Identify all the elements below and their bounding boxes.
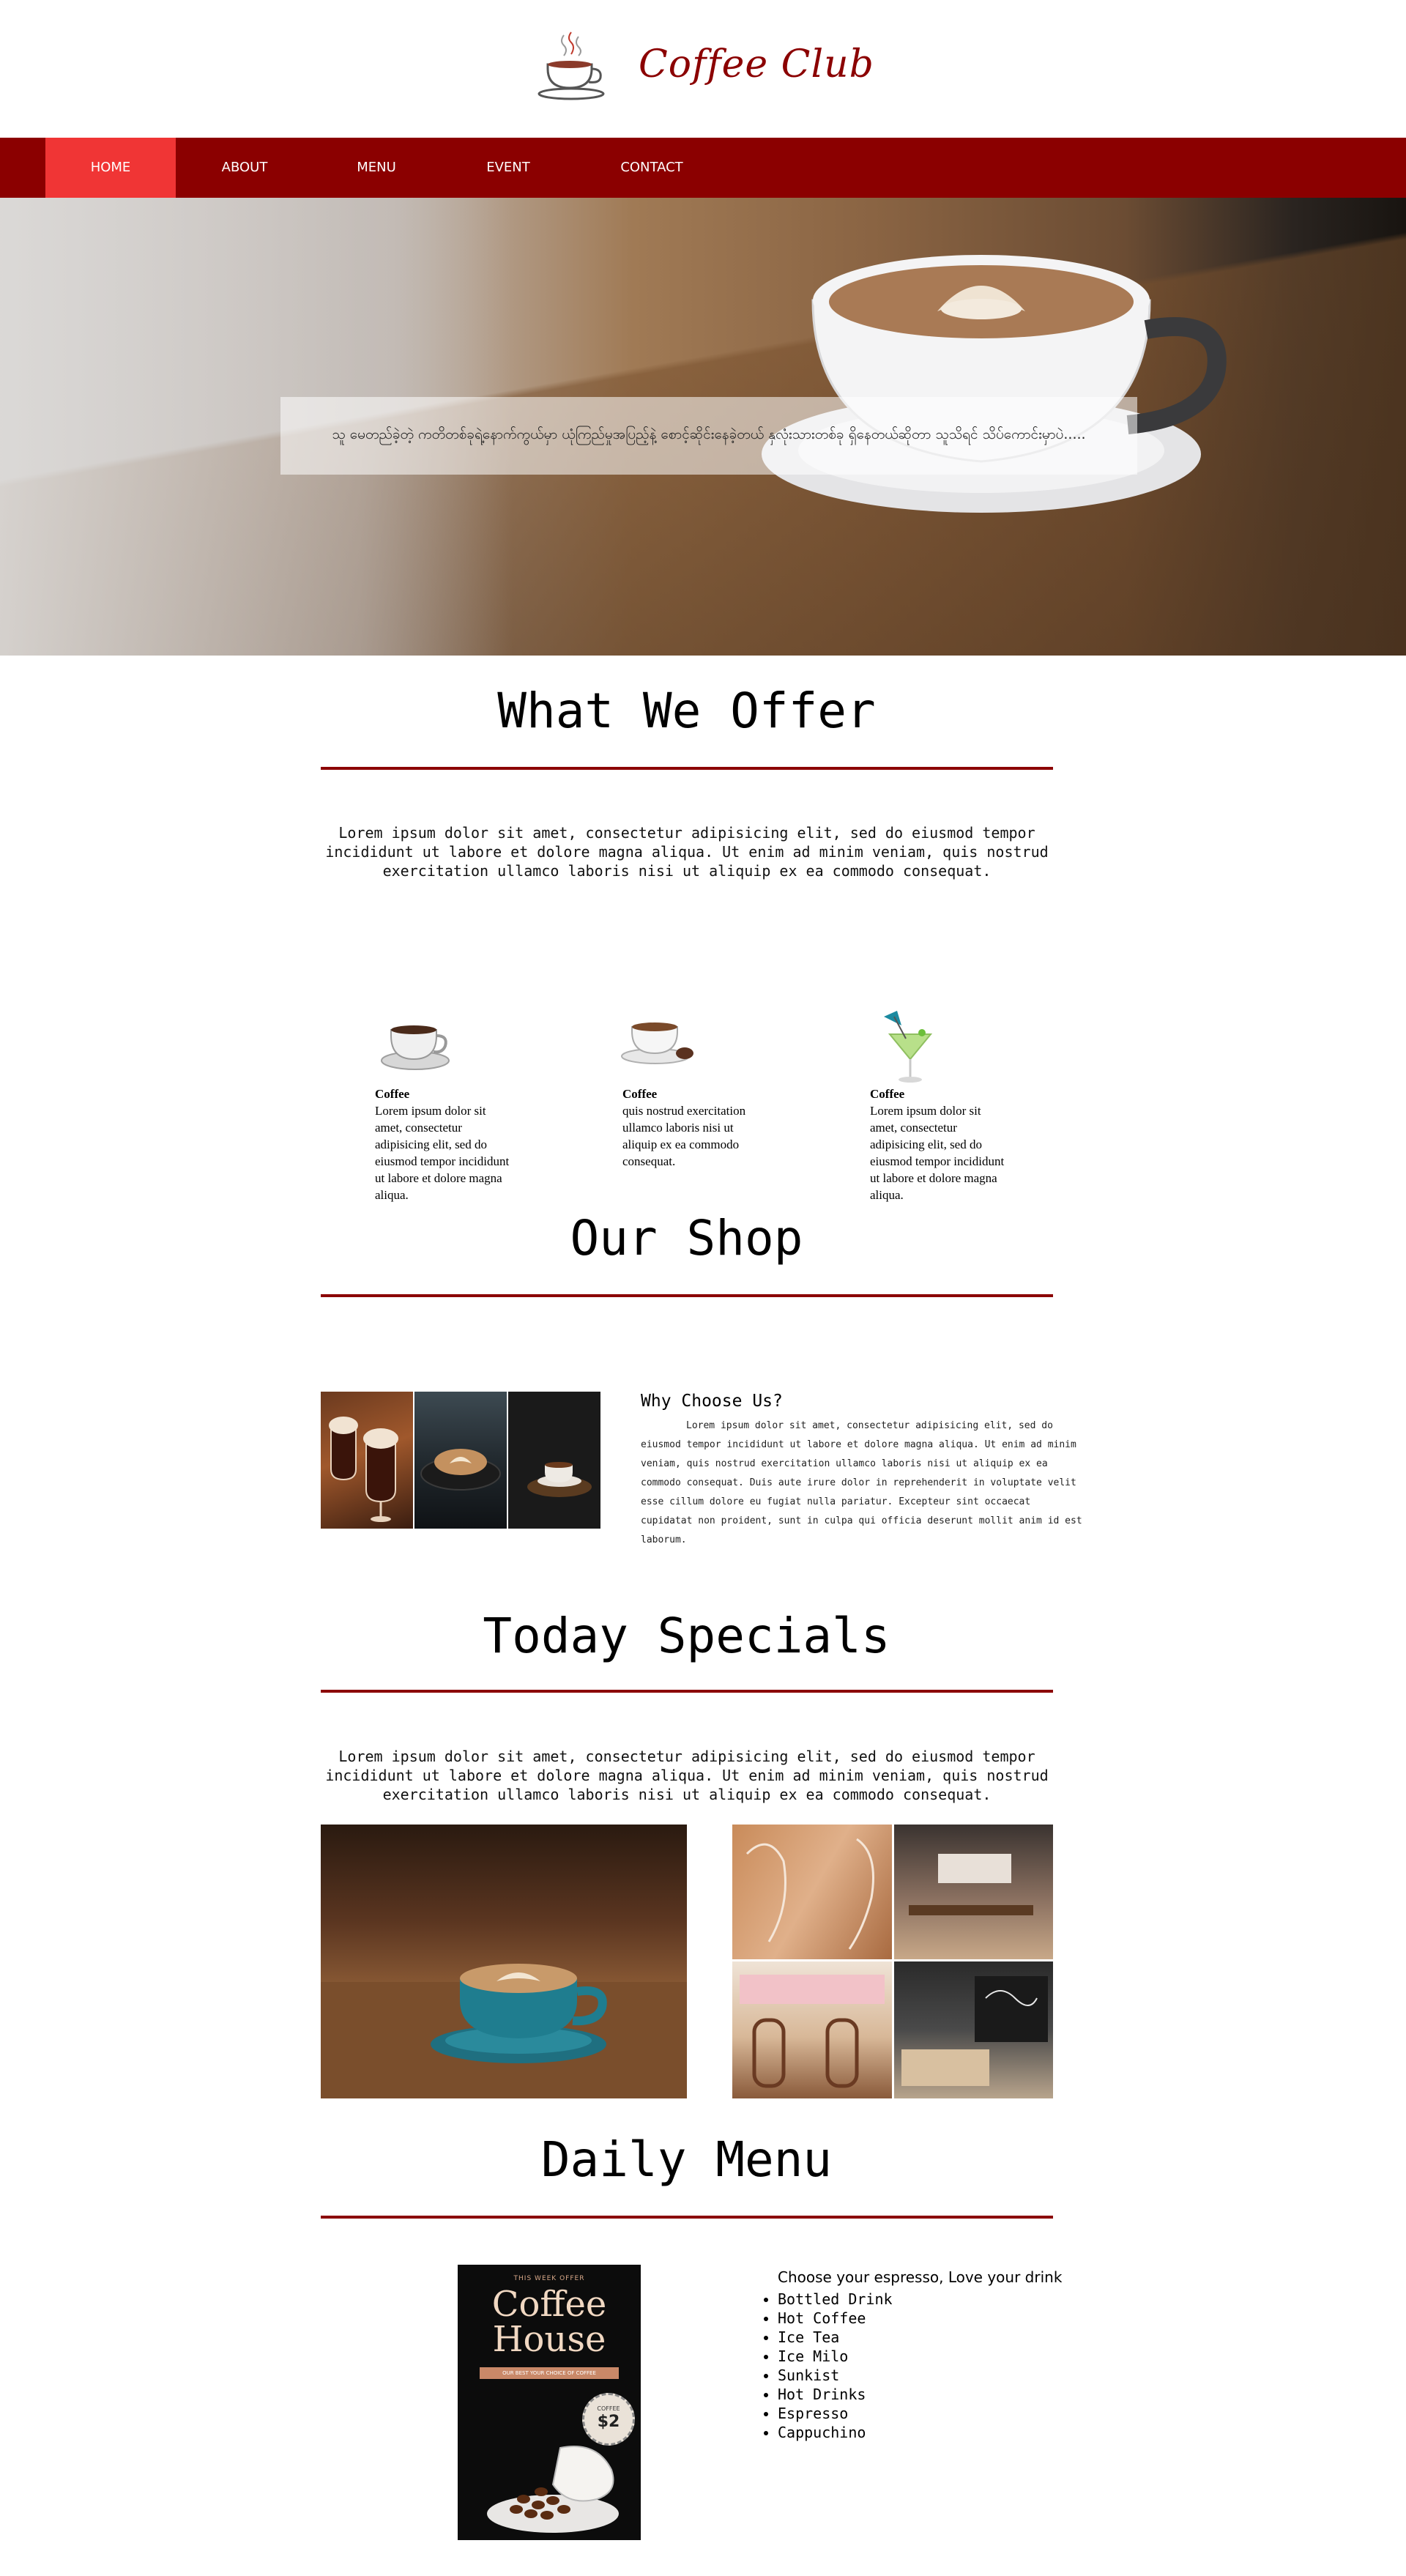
offer-intro-text: Lorem ipsum dolor sit amet, consectetur …	[325, 824, 1049, 880]
menu-item: Ice Milo	[778, 2347, 893, 2366]
menu-poster-coffee-house: THIS WEEK OFFER Coffee House OUR BEST YO…	[458, 2265, 641, 2540]
specials-photo-cafe-chalkboard	[894, 1961, 1053, 2098]
shop-photo-espresso	[508, 1392, 600, 1529]
menu-item: Bottled Drink	[778, 2290, 893, 2309]
nav-item-about[interactable]: ABOUT	[179, 138, 310, 198]
menu-list: Bottled Drink Hot Coffee Ice Tea Ice Mil…	[762, 2290, 893, 2442]
menu-item: Hot Coffee	[778, 2309, 893, 2328]
nav-item-home[interactable]: HOME	[45, 138, 176, 198]
cocktail-glass-icon	[868, 1005, 948, 1083]
hero-cup-illustration	[762, 255, 1227, 513]
offer-item-text: quis nostrud exercitation ullamco labori…	[622, 1104, 746, 1168]
shop-photo-iced-coffee	[321, 1392, 413, 1529]
offer-item-text: Lorem ipsum dolor sit amet, consectetur …	[870, 1104, 1005, 1202]
offer-item-2: Coffee quis nostrud exercitation ullamco…	[622, 1085, 754, 1170]
poster-badge-label: COFFEE	[597, 2405, 620, 2412]
menu-item: Cappuchino	[778, 2423, 893, 2442]
menu-item: Hot Drinks	[778, 2385, 893, 2404]
coffee-cup-icon	[375, 1005, 455, 1078]
offer-item-1: Coffee Lorem ipsum dolor sit amet, conse…	[375, 1085, 514, 1203]
poster-title-line1: Coffee	[491, 2284, 607, 2325]
menu-item: Sunkist	[778, 2366, 893, 2385]
section-title-specials: Today Specials	[483, 1608, 890, 1664]
menu-item: Espresso	[778, 2404, 893, 2423]
why-choose-us-title: Why Choose Us?	[641, 1392, 783, 1411]
menu-item: Ice Tea	[778, 2328, 893, 2347]
offer-item-title: Coffee	[375, 1087, 410, 1101]
nav-item-event[interactable]: EVENT	[442, 138, 574, 198]
offer-item-title: Coffee	[622, 1087, 658, 1101]
nav-item-menu[interactable]: MENU	[310, 138, 442, 198]
poster-band: OUR BEST YOUR CHOICE OF COFFEE	[480, 2367, 619, 2379]
section-title-shop: Our Shop	[570, 1210, 803, 1266]
offer-item-3: Coffee Lorem ipsum dolor sit amet, conse…	[870, 1085, 1009, 1203]
shop-photo-latte-cup	[414, 1392, 507, 1529]
specials-intro-text: Lorem ipsum dolor sit amet, consectetur …	[325, 1748, 1049, 1803]
specials-photo-latte-blue-cup	[321, 1825, 687, 2098]
section-divider	[321, 1294, 1053, 1297]
specials-photo-cafe-wall-art	[732, 1825, 892, 1959]
poster-badge-price: $2	[597, 2413, 620, 2431]
section-divider	[321, 1690, 1053, 1693]
poster-kicker: THIS WEEK OFFER	[513, 2275, 585, 2282]
section-divider	[321, 767, 1053, 770]
section-divider	[321, 2216, 1053, 2219]
section-title-offer: What We Offer	[497, 683, 876, 739]
brand-name[interactable]: Coffee Club	[639, 42, 874, 86]
coffee-cup-with-chocolate-icon	[619, 1005, 699, 1078]
hero-caption: သူ မေတည်ခဲ့တဲ့ ကတိတစ်ခုရဲ့နောက်ကွယ်မှာ ယ…	[280, 397, 1137, 475]
why-choose-us-text: Lorem ipsum dolor sit amet, consectetur …	[641, 1420, 1082, 1545]
specials-photo-cafe-interior	[894, 1825, 1053, 1959]
nav-bar: HOME ABOUT MENU EVENT CONTACT	[0, 138, 1406, 198]
offer-item-text: Lorem ipsum dolor sit amet, consectetur …	[375, 1104, 510, 1202]
nav-item-contact[interactable]: CONTACT	[579, 138, 725, 198]
poster-title-line2: House	[492, 2319, 606, 2360]
menu-heading: Choose your espresso, Love your drink	[778, 2268, 1063, 2286]
logo-coffee-cup-icon[interactable]	[535, 28, 611, 104]
specials-photo-cafe-seating	[732, 1961, 892, 2098]
section-title-menu: Daily Menu	[540, 2131, 833, 2188]
offer-item-title: Coffee	[870, 1087, 905, 1101]
poster-coffee-beans-cup-icon	[487, 2446, 619, 2533]
